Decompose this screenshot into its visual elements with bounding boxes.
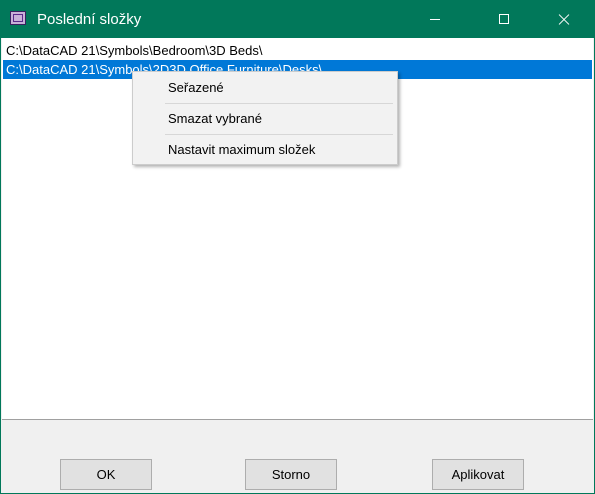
context-menu: Seřazené Smazat vybrané Nastavit maximum… (132, 71, 398, 165)
close-icon (541, 1, 587, 38)
button-bar: OK Storno Aplikovat (2, 420, 593, 493)
app-icon[interactable] (10, 11, 26, 25)
maximize-button[interactable] (481, 1, 527, 38)
menu-item-delete-selected[interactable]: Smazat vybrané (133, 104, 397, 134)
title-bar[interactable]: Poslední složky (1, 1, 594, 38)
list-item[interactable]: C:\DataCAD 21\Symbols\Bedroom\3D Beds\ (5, 41, 263, 60)
minimize-icon (430, 19, 440, 20)
menu-item-sorted[interactable]: Seřazené (133, 73, 397, 103)
close-button[interactable] (541, 1, 587, 38)
menu-item-set-max-folders[interactable]: Nastavit maximum složek (133, 135, 397, 165)
window-title: Poslední složky (37, 11, 142, 28)
maximize-icon (499, 14, 509, 24)
minimize-button[interactable] (412, 1, 458, 38)
cancel-button[interactable]: Storno (245, 459, 337, 490)
apply-button[interactable]: Aplikovat (432, 459, 524, 490)
ok-button[interactable]: OK (60, 459, 152, 490)
